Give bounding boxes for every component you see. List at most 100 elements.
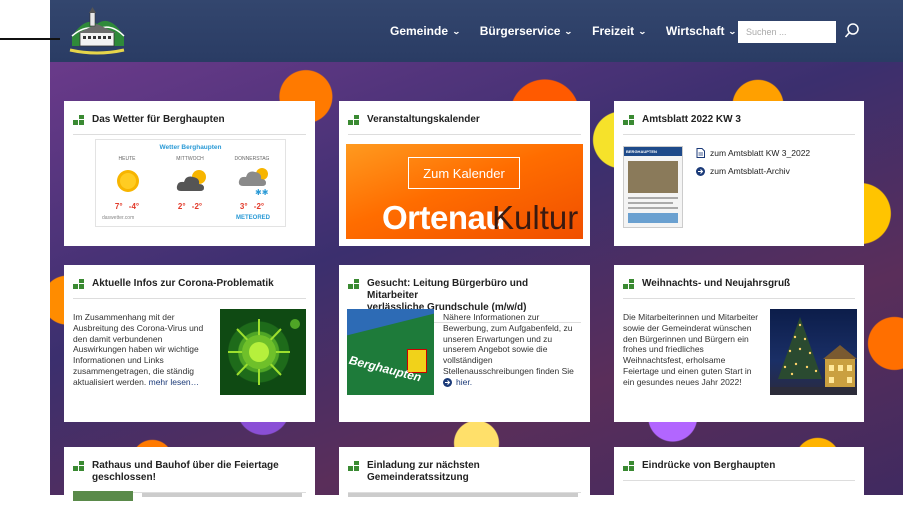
thumbnail-text-line: [628, 202, 673, 204]
text-line: aktualisiert werden. mehr lesen…: [73, 377, 215, 388]
temp-low: -2°: [253, 202, 265, 211]
christmas-tree-illustration: [770, 317, 857, 395]
thumbnail-text-line: [628, 207, 678, 209]
impressions-card: Eindrücke von Berghaupten: [614, 447, 864, 507]
green-blocks-icon: [73, 115, 85, 125]
link-label: zum Amtsblatt-Archiv: [710, 166, 790, 176]
text-segment: aktualisiert werden.: [73, 376, 147, 387]
weather-day: HEUTE: [118, 156, 136, 162]
weather-temperature: 7° -4°: [102, 202, 152, 211]
town-hall-closed-card: Rathaus und Bauhof über die Feiertage ge…: [64, 447, 315, 507]
council-meeting-card: Einladung zur nächsten Gemeinderatssitzu…: [339, 447, 590, 507]
nav-gemeinde[interactable]: Gemeinde ⌄: [390, 24, 461, 38]
site-header: Gemeinde ⌄ Bürgerservice ⌄ Freizeit ⌄ Wi…: [50, 0, 903, 62]
card-header: Amtsblatt 2022 KW 3: [623, 101, 855, 135]
title-line: Rathaus und Bauhof über die Feiertage: [92, 460, 279, 471]
card-title: Amtsblatt 2022 KW 3: [642, 114, 741, 125]
chevron-down-icon: ⌄: [638, 26, 647, 36]
svg-text:✱✱: ✱✱: [255, 188, 269, 197]
green-blocks-icon: [348, 279, 360, 289]
card-title: Einladung zur nächsten Gemeinderatssitzu…: [367, 460, 480, 483]
card-title: Veranstaltungskalender: [367, 114, 480, 125]
berghaupten-sign-image[interactable]: Berghaupten: [347, 309, 434, 395]
weather-temperature: 3° -2°: [227, 202, 277, 211]
calendar-button[interactable]: Zum Kalender: [408, 157, 520, 189]
temp-high: 7°: [114, 202, 123, 211]
chevron-down-icon: ⌄: [564, 26, 574, 36]
weather-source[interactable]: daswetter.com: [102, 215, 134, 221]
read-more-link[interactable]: mehr lesen…: [149, 377, 200, 387]
weather-day: DONNERSTAG: [234, 156, 270, 162]
virus-illustration: [228, 319, 300, 385]
text-line: den damit verbundenen: [73, 333, 163, 344]
title-line: Gesucht: Leitung Bürgerbüro und Mitarbei…: [367, 278, 529, 301]
nav-buergerservice[interactable]: Bürgerservice ⌄: [479, 24, 574, 38]
weather-widget-title: Wetter Berghaupten: [159, 144, 222, 151]
temp-high: 3°: [239, 202, 248, 211]
card-header: Einladung zur nächsten Gemeinderatssitzu…: [348, 447, 581, 493]
text-line: Weihnachtsfest, erholsame: [623, 355, 726, 366]
municipality-logo[interactable]: [66, 6, 128, 56]
decorative-line: [0, 38, 60, 40]
job-offer-card: Gesucht: Leitung Bürgerbüro und Mitarbei…: [339, 265, 590, 422]
weather-widget[interactable]: Wetter Berghaupten HEUTE MITTWOCH DONNER…: [95, 139, 286, 227]
ortenau-kultur-banner[interactable]: Zum Kalender Ortenau Kultur: [346, 144, 583, 239]
nav-label: Bürgerservice: [479, 24, 561, 38]
sun-icon: [117, 170, 139, 192]
thumbnail-header: BERGHAUPTEN: [624, 147, 682, 156]
card-title: Rathaus und Bauhof über die Feiertage ge…: [92, 460, 279, 484]
nav-label: Freizeit: [592, 24, 635, 38]
document-icon: [696, 148, 705, 158]
weather-brand[interactable]: METEORED: [236, 215, 270, 221]
card-header: Rathaus und Bauhof über die Feiertage ge…: [73, 447, 306, 493]
card-header: Aktuelle Infos zur Corona-Problematik: [73, 265, 306, 299]
text-line: unserem Angebot sowie die: [443, 344, 548, 355]
virus-image[interactable]: [220, 309, 306, 395]
card-title: Das Wetter für Berghaupten: [92, 114, 225, 125]
text-line: Informationen und Links: [73, 355, 164, 366]
cloud-sun-icon: [176, 170, 206, 191]
temp-low: -2°: [191, 202, 203, 211]
nav-wirtschaft[interactable]: Wirtschaft ⌄: [665, 24, 738, 38]
christmas-tree-image[interactable]: [770, 309, 857, 395]
text-preview: [142, 493, 302, 497]
text-line: ein gesundes neues Jahr 2022!: [623, 376, 742, 387]
arrow-right-icon: [443, 377, 452, 387]
card-header: Veranstaltungskalender: [348, 101, 581, 135]
job-offer-link[interactable]: hier.: [456, 377, 472, 388]
green-blocks-icon: [623, 279, 635, 289]
card-header: Weihnachts- und Neujahrsgruß: [623, 265, 855, 299]
weather-card: Das Wetter für Berghaupten Wetter Bergha…: [64, 101, 315, 246]
title-line: geschlossen!: [92, 472, 156, 483]
temp-low: -4°: [128, 202, 140, 211]
green-blocks-icon: [348, 461, 360, 471]
green-blocks-icon: [623, 115, 635, 125]
text-preview: [348, 493, 578, 497]
card-header: Das Wetter für Berghaupten: [73, 101, 306, 135]
chevron-down-icon: ⌄: [452, 26, 461, 36]
banner-brand-bold: Ortenau: [382, 199, 506, 236]
temp-high: 2°: [177, 202, 186, 211]
nav-label: Gemeinde: [390, 24, 449, 38]
amtsblatt-archive-link[interactable]: zum Amtsblatt-Archiv: [696, 166, 790, 176]
christmas-greeting-card: Weihnachts- und Neujahrsgruß Die Mitarbe…: [614, 265, 864, 422]
text-line: Ausbreitung des Corona-Virus und: [73, 322, 204, 333]
christmas-greeting-text: Die Mitarbeiterinnen und Mitarbeiter sow…: [623, 312, 768, 388]
text-line: Nähere Informationen zur: [443, 312, 540, 322]
text-line: Auswirkungen haben wir wichtige: [73, 344, 199, 355]
banner-brand-light: Kultur: [492, 199, 579, 236]
search-input[interactable]: [738, 21, 836, 43]
thumbnail-photo: [628, 213, 678, 223]
text-line: Die Mitarbeiterinnen und Mitarbeiter: [623, 312, 759, 322]
search-icon[interactable]: [844, 22, 860, 40]
text-line: Feiertage und einen guten Start in: [623, 365, 752, 376]
nav-label: Wirtschaft: [665, 24, 725, 38]
text-line: unseren Erwartungen und zu: [443, 333, 553, 344]
chevron-down-icon: ⌄: [728, 26, 738, 36]
text-line: zusammengetragen, die ständig: [73, 365, 194, 376]
nav-freizeit[interactable]: Freizeit ⌄: [592, 24, 647, 38]
card-image: [73, 491, 133, 501]
amtsblatt-pdf-link[interactable]: zum Amtsblatt KW 3_2022: [696, 148, 810, 158]
amtsblatt-thumbnail[interactable]: BERGHAUPTEN: [623, 146, 683, 228]
green-blocks-icon: [623, 461, 635, 471]
